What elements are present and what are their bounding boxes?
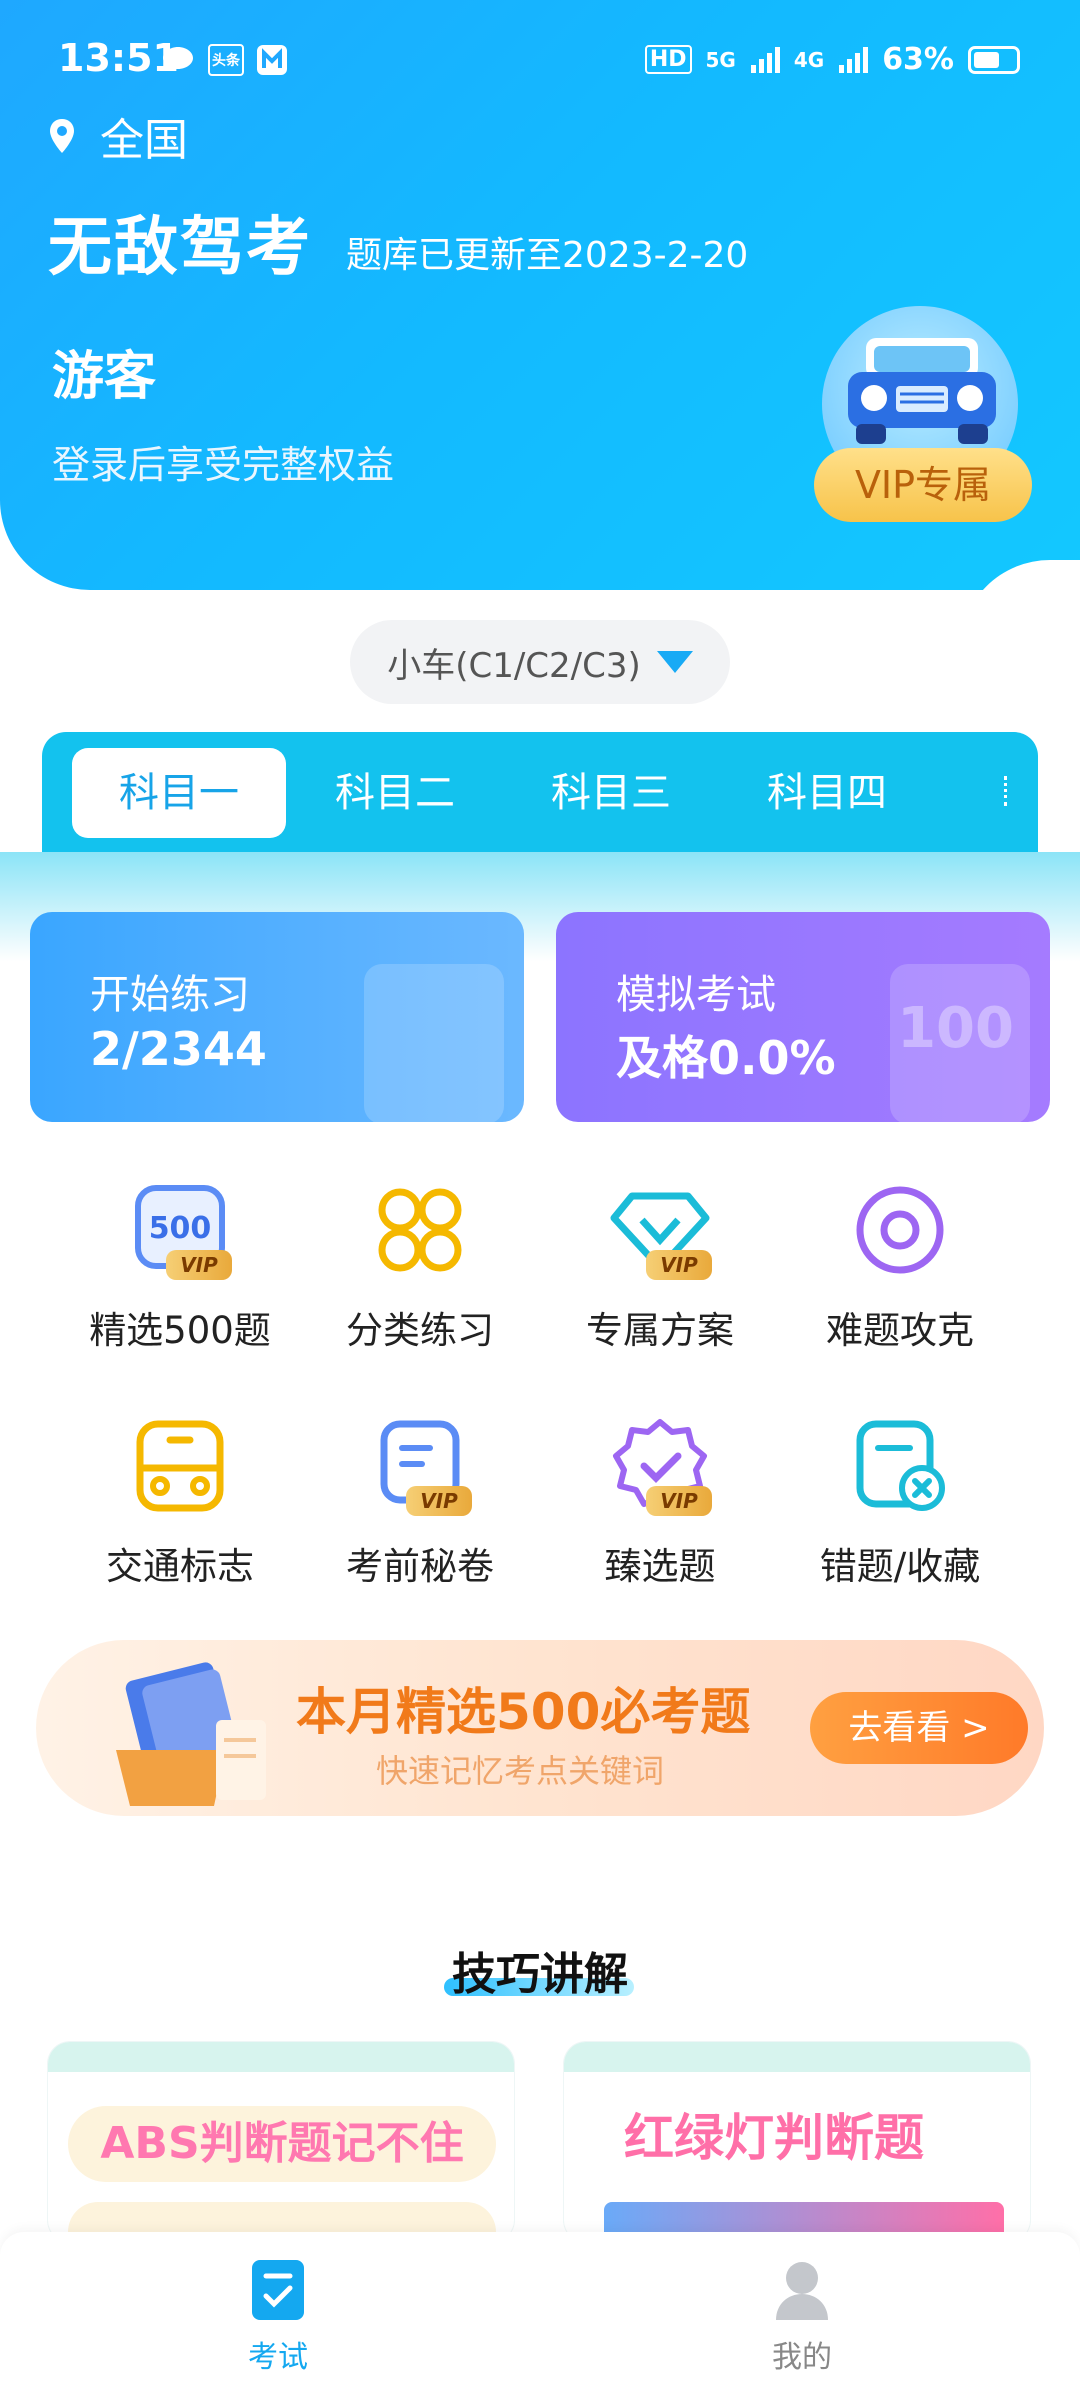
- tab-subject-4[interactable]: 科目四: [720, 748, 934, 838]
- jeep-car-icon: [848, 338, 996, 444]
- exam-title: 模拟考试: [616, 972, 776, 1018]
- nav-label-exam: 考试: [248, 2340, 308, 2375]
- tips-section-title: 技巧讲解: [452, 1949, 628, 2000]
- status-bar: 13:51 头条 HD 5G 4G 63%: [0, 30, 1080, 90]
- grid-label: 考前秘卷: [346, 1545, 494, 1588]
- banner-title: 本月精选500必考题: [296, 1683, 751, 1741]
- category-icon: [378, 1188, 462, 1272]
- mock-exam-card[interactable]: 100 模拟考试 及格0.0%: [556, 912, 1050, 1122]
- tab-subject-3[interactable]: 科目三: [504, 748, 718, 838]
- tip-card-header: [48, 2042, 514, 2072]
- practice-progress: 2/2344: [90, 1022, 267, 1076]
- app-title: 无敌驾考: [48, 211, 312, 285]
- tip-card-traffic-light[interactable]: 红绿灯判断题: [564, 2042, 1030, 2242]
- grid-item-hard-questions[interactable]: 难题攻克: [780, 1180, 1020, 1370]
- battery-percent: 63%: [882, 42, 954, 77]
- grid-item-category[interactable]: 分类练习: [300, 1180, 540, 1370]
- chat-icon: [163, 47, 193, 71]
- books-illustration-icon: [116, 1662, 266, 1806]
- network-4g: 4G: [793, 47, 825, 72]
- car-type-selector[interactable]: 小车(C1/C2/C3): [350, 620, 730, 704]
- vip-entry[interactable]: VIP专属: [814, 306, 1038, 526]
- battery-icon: [968, 45, 1020, 74]
- grid-label: 精选500题: [89, 1309, 271, 1352]
- vip-tag: VIP: [166, 1250, 232, 1280]
- exam-clipboard-icon: [252, 2260, 304, 2320]
- grid-item-premium-questions[interactable]: VIP 臻选题: [540, 1416, 780, 1606]
- nav-tab-mine[interactable]: 我的: [702, 2258, 902, 2378]
- bus-icon: [136, 1420, 224, 1512]
- target-icon: [856, 1186, 944, 1274]
- grid-item-wrong-favorites[interactable]: 错题/收藏: [780, 1416, 1020, 1606]
- status-right: HD 5G 4G 63%: [644, 42, 1020, 77]
- app-home-screen: 13:51 头条 HD 5G 4G 63% 全国 无敌驾考 题库已更新至2023…: [0, 0, 1080, 2400]
- login-hint[interactable]: 登录后享受完整权益: [52, 434, 394, 489]
- bottom-navigation: 考试 我的: [0, 2232, 1080, 2400]
- grid-item-traffic-signs[interactable]: 交通标志: [60, 1416, 300, 1606]
- bank-update-text: 题库已更新至2023-2-20: [346, 235, 749, 276]
- dropdown-triangle-icon: [656, 651, 693, 673]
- exam-pass-rate: 及格0.0%: [616, 1031, 836, 1085]
- tabs-overflow-indicator: [1004, 776, 1008, 806]
- battery-fill: [974, 51, 999, 68]
- network-5g: 5G: [705, 47, 736, 72]
- svg-text:500: 500: [149, 1211, 212, 1246]
- tip-card-title: 红绿灯判断题: [624, 2109, 924, 2167]
- exam-score-deco: 100: [897, 996, 1014, 1061]
- tip-card-header: [564, 2042, 1030, 2072]
- banner-subtitle: 快速记忆考点关键词: [376, 1752, 665, 1790]
- grid-item-exclusive-plan[interactable]: VIP 专属方案: [540, 1180, 780, 1370]
- grid-item-select500[interactable]: 500 VIP 精选500题: [60, 1180, 300, 1370]
- nav-tab-exam[interactable]: 考试: [178, 2258, 378, 2378]
- grid-item-secret-paper[interactable]: VIP 考前秘卷: [300, 1416, 540, 1606]
- document-icon: [364, 964, 504, 1122]
- error-doc-icon: [856, 1420, 945, 1511]
- grid-label: 交通标志: [106, 1545, 254, 1588]
- user-profile-icon: [776, 2262, 828, 2320]
- hd-indicator: HD: [644, 45, 692, 74]
- tip-card-title: ABS判断题记不住: [68, 2106, 496, 2182]
- tab-subject-2[interactable]: 科目二: [288, 748, 502, 838]
- subject-tabs: 科目一 科目二 科目三 科目四: [42, 732, 1038, 852]
- car-type-label: 小车(C1/C2/C3): [387, 645, 641, 686]
- toutiao-icon: 头条: [208, 44, 244, 76]
- app-icon: [257, 45, 287, 75]
- vip-exclusive-badge: VIP专属: [814, 448, 1032, 522]
- location-pin-icon: [50, 119, 74, 153]
- grid-label: 分类练习: [346, 1309, 494, 1352]
- vip-tag: VIP: [646, 1250, 712, 1280]
- practice-title: 开始练习: [90, 972, 250, 1018]
- grid-label: 错题/收藏: [819, 1545, 981, 1588]
- tip-card-abs[interactable]: ABS判断题记不住: [48, 2042, 514, 2242]
- location-label: 全国: [100, 115, 188, 166]
- grid-label: 难题攻克: [826, 1309, 974, 1352]
- promo-banner[interactable]: 本月精选500必考题 快速记忆考点关键词 去看看 >: [36, 1640, 1044, 1816]
- header-banner: 13:51 头条 HD 5G 4G 63% 全国 无敌驾考 题库已更新至2023…: [0, 0, 1080, 590]
- signal-icon: [750, 46, 780, 73]
- grid-label: 臻选题: [604, 1545, 716, 1588]
- user-name[interactable]: 游客: [52, 334, 156, 409]
- grid-label: 专属方案: [586, 1309, 734, 1352]
- vip-tag: VIP: [646, 1486, 712, 1516]
- signal-icon-2: [839, 46, 869, 73]
- banner-go-button[interactable]: 去看看 >: [810, 1692, 1028, 1764]
- tab-subject-1[interactable]: 科目一: [72, 748, 286, 838]
- location-selector[interactable]: 全国: [48, 104, 188, 168]
- nav-label-mine: 我的: [772, 2340, 832, 2375]
- start-practice-card[interactable]: 开始练习 2/2344: [30, 912, 524, 1122]
- vip-tag: VIP: [406, 1486, 472, 1516]
